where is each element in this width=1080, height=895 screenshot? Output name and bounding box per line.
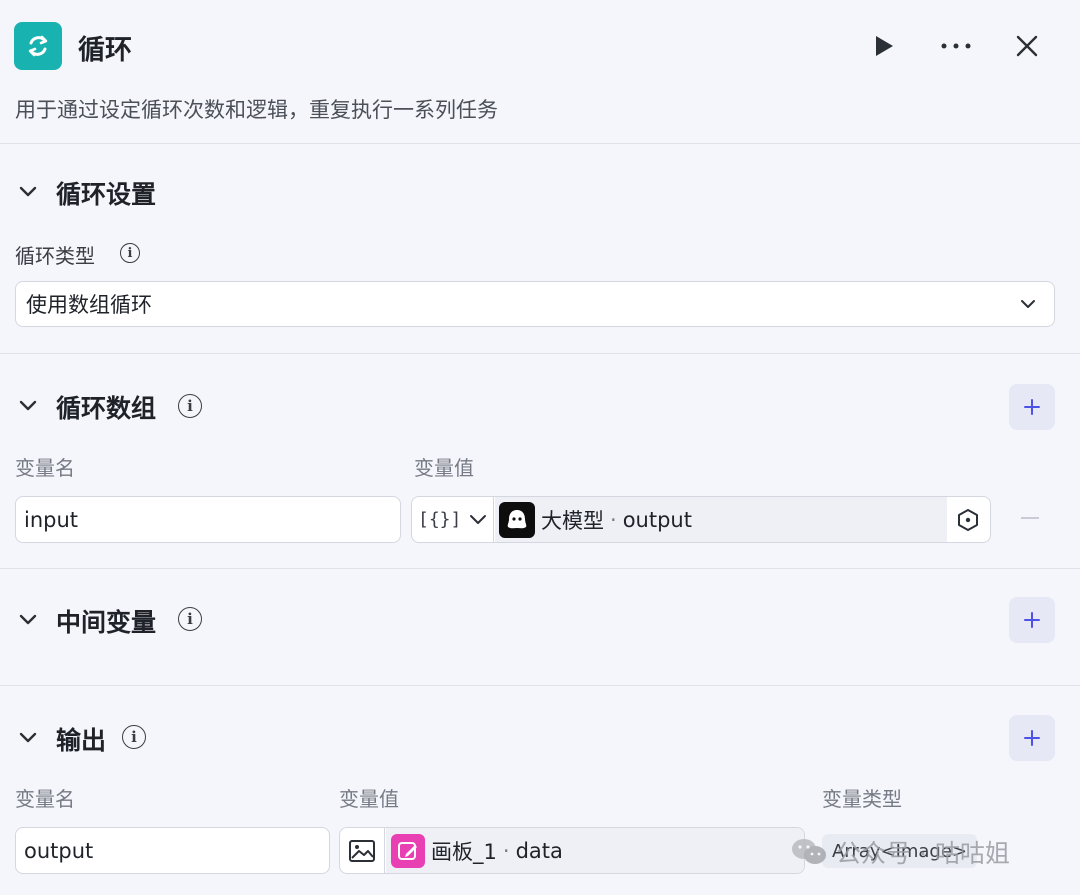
more-button[interactable] (936, 26, 976, 66)
hexagon-icon (958, 509, 978, 531)
plus-icon (1024, 612, 1040, 628)
type-selector[interactable]: [{}] (412, 497, 494, 542)
column-header-var-name: 变量名 (15, 787, 75, 811)
watermark: 公众号 · 咕咕姐 (790, 834, 1010, 870)
watermark-text: 公众号 · 咕咕姐 (836, 839, 1010, 868)
run-button[interactable] (864, 26, 904, 66)
collapse-output-button[interactable] (15, 724, 41, 750)
more-icon (941, 43, 971, 49)
divider (0, 685, 1080, 686)
column-header-var-value: 变量值 (414, 456, 474, 480)
image-type-icon (349, 839, 375, 862)
column-header-var-value: 变量值 (339, 787, 399, 811)
var-name-input[interactable]: input (15, 496, 401, 543)
output-var-value-reference-field[interactable]: 画板_1 · data (339, 827, 805, 874)
section-title-output: 输出 (56, 726, 107, 755)
var-value-reference-field[interactable]: [{}] 大模型 · output (411, 496, 991, 543)
divider (0, 143, 1080, 144)
close-icon (1016, 35, 1038, 57)
variable-picker-button[interactable] (955, 507, 981, 533)
llm-node-icon (499, 501, 535, 538)
column-header-var-type: 变量类型 (822, 787, 902, 811)
canvas-node-icon (391, 833, 425, 868)
add-loop-array-button[interactable] (1009, 384, 1055, 430)
collapse-loop-settings-button[interactable] (15, 178, 41, 204)
wechat-icon (792, 839, 826, 864)
plus-icon (1024, 399, 1040, 415)
reference-chip[interactable]: 大模型 · output (495, 497, 947, 542)
output-var-name-input[interactable]: output (15, 827, 330, 874)
info-icon[interactable]: i (120, 243, 140, 263)
loop-icon (28, 35, 48, 57)
chevron-down-icon (19, 614, 37, 625)
chevron-down-icon (19, 186, 37, 197)
divider (0, 568, 1080, 569)
chevron-down-icon (1021, 300, 1035, 308)
add-intermediate-button[interactable] (1009, 597, 1055, 643)
loop-type-value: 使用数组循环 (26, 293, 152, 317)
add-output-button[interactable] (1009, 715, 1055, 761)
chevron-down-icon (19, 732, 37, 743)
column-header-var-name: 变量名 (15, 456, 75, 480)
info-icon[interactable]: i (178, 607, 202, 631)
array-object-type-icon: [{}] (418, 509, 462, 530)
section-title-loop-array: 循环数组 (56, 394, 157, 423)
collapse-loop-array-button[interactable] (15, 392, 41, 418)
reference-field-name: output (622, 507, 692, 532)
type-selector[interactable] (340, 828, 385, 873)
canvas-edit-icon (398, 841, 417, 860)
section-title-intermediate: 中间变量 (56, 608, 157, 637)
close-button[interactable] (1007, 26, 1047, 66)
reference-field-name: data (515, 838, 563, 863)
llm-avatar-icon (507, 509, 527, 528)
loop-type-label: 循环类型 (15, 244, 95, 268)
reference-chip[interactable]: 画板_1 · data (386, 828, 804, 873)
play-icon (876, 36, 893, 56)
reference-node-name: 大模型 (541, 508, 604, 533)
section-title-loop-settings: 循环设置 (56, 180, 157, 209)
reference-separator: · (610, 507, 617, 532)
reference-node-name: 画板_1 (431, 839, 497, 864)
node-description: 用于通过设定循环次数和逻辑，重复执行一系列任务 (15, 98, 498, 122)
chevron-down-icon (470, 515, 487, 524)
info-icon[interactable]: i (122, 725, 146, 749)
collapse-intermediate-button[interactable] (15, 606, 41, 632)
divider (0, 353, 1080, 354)
plus-icon (1024, 730, 1040, 746)
info-icon[interactable]: i (178, 394, 202, 418)
loop-type-select[interactable]: 使用数组循环 (15, 281, 1055, 327)
node-title[interactable]: 循环 (78, 28, 132, 67)
loop-node-icon (14, 22, 62, 70)
reference-separator: · (502, 838, 510, 863)
remove-row-button[interactable] (1021, 517, 1039, 519)
chevron-down-icon (19, 400, 37, 411)
